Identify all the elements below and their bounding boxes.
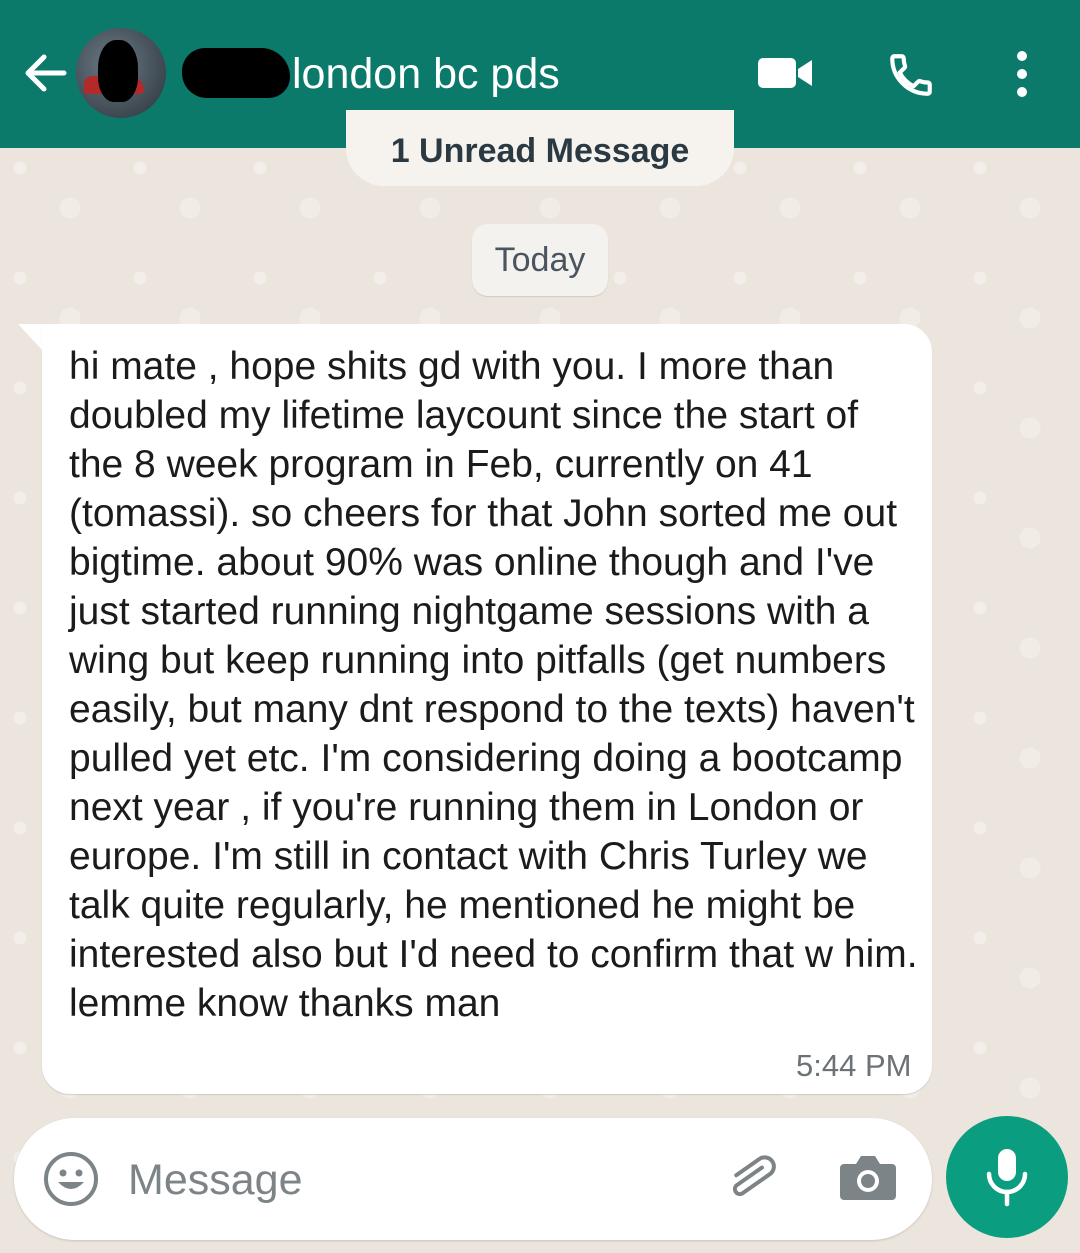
mic-button[interactable] (946, 1116, 1068, 1238)
unread-banner: 1 Unread Message (346, 110, 734, 186)
avatar[interactable] (76, 28, 166, 118)
message-input[interactable] (128, 1150, 688, 1210)
unread-banner-text: 1 Unread Message (390, 132, 690, 170)
back-arrow-icon[interactable] (20, 48, 70, 98)
attach-icon[interactable] (722, 1148, 782, 1208)
date-separator: Today (472, 224, 608, 296)
bubble-tail (18, 324, 44, 352)
mic-icon (986, 1149, 1028, 1207)
video-call-icon[interactable] (756, 52, 816, 94)
emoji-icon[interactable] (42, 1150, 100, 1208)
message-timestamp: 5:44 PM (796, 1048, 912, 1083)
more-vert-icon[interactable] (1004, 46, 1040, 102)
camera-icon[interactable] (838, 1150, 898, 1204)
phone-icon[interactable] (884, 50, 938, 100)
message-text: hi mate , hope shits gd with you. I more… (69, 345, 918, 1025)
chat-title[interactable]: london bc pds (292, 48, 560, 100)
redacted-name (182, 48, 290, 98)
